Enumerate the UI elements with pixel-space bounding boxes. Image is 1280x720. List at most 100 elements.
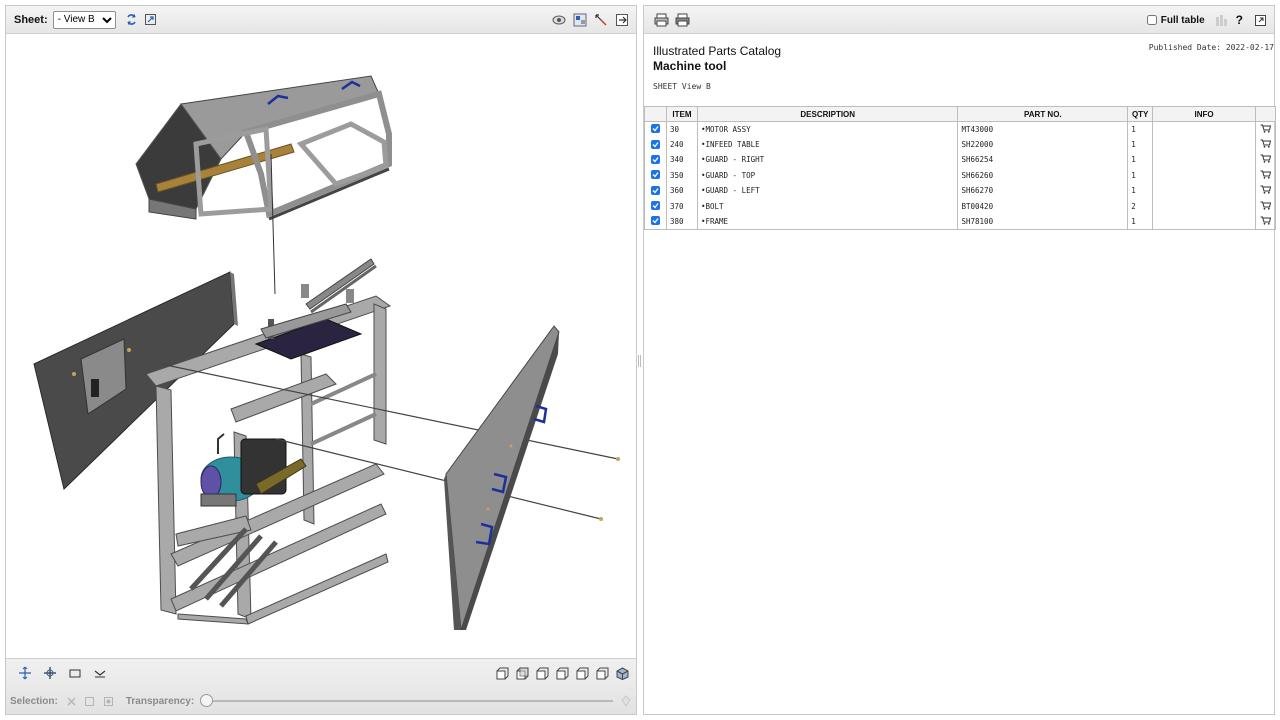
add-to-cart-icon[interactable] [1260, 154, 1272, 165]
qty-cell: 1 [1127, 152, 1154, 168]
select-clear-icon[interactable] [64, 693, 79, 709]
cart-cell [1254, 136, 1277, 153]
info-cell [1152, 213, 1256, 230]
document-header: Illustrated Parts Catalog Machine tool S… [653, 44, 781, 91]
cart-cell [1254, 183, 1277, 199]
info-cell [1152, 167, 1256, 184]
item-cell: 360 [665, 183, 698, 199]
row-checkbox[interactable] [650, 154, 660, 164]
zoom-box-icon[interactable] [67, 665, 83, 681]
add-to-cart-icon[interactable] [1260, 185, 1272, 196]
export-icon[interactable] [614, 12, 630, 28]
row-checkbox[interactable] [650, 201, 660, 211]
description-cell: •GUARD - LEFT [696, 183, 959, 199]
visibility-icon[interactable] [551, 12, 567, 28]
select-isolate-icon[interactable] [100, 693, 115, 709]
pane-splitter[interactable] [638, 355, 641, 367]
pan-icon[interactable] [17, 665, 33, 681]
transparency-slider[interactable] [200, 694, 613, 707]
view-iso-icon[interactable] [614, 665, 630, 681]
full-table-checkbox[interactable] [1146, 15, 1157, 25]
description-cell: •MOTOR ASSY [696, 121, 959, 137]
add-to-cart-icon[interactable] [1260, 124, 1272, 135]
add-to-cart-icon[interactable] [1260, 170, 1272, 181]
view-orientation-tools [491, 665, 630, 681]
view-bottom-icon[interactable] [594, 665, 610, 681]
parts-table: ITEM DESCRIPTION PART NO. QTY INFO 30 •MO… [644, 106, 1277, 230]
qty-cell: 1 [1127, 136, 1154, 153]
columns-icon[interactable] [1214, 12, 1230, 28]
3d-viewport[interactable] [6, 34, 636, 660]
table-row[interactable]: 380 •FRAME SH78100 1 [644, 213, 1277, 230]
explode-line [270, 153, 276, 295]
row-checkbox[interactable] [650, 124, 660, 134]
table-row[interactable]: 360 •GUARD - LEFT SH66270 1 [644, 183, 1277, 199]
add-to-cart-icon[interactable] [1260, 216, 1272, 227]
table-row[interactable]: 30 •MOTOR ASSY MT43000 1 [644, 121, 1277, 137]
print-all-icon[interactable] [674, 12, 690, 28]
view-right-icon[interactable] [554, 665, 570, 681]
right-guard-part[interactable] [444, 325, 560, 631]
row-checkbox[interactable] [650, 185, 660, 195]
row-checkbox[interactable] [650, 170, 660, 180]
table-row[interactable]: 350 •GUARD - TOP SH66260 1 [644, 167, 1277, 184]
view-front-icon[interactable] [494, 665, 510, 681]
part-no-cell: SH78100 [957, 213, 1129, 230]
print-icon[interactable] [653, 12, 669, 28]
part-no-cell: MT43000 [957, 121, 1129, 137]
parts-table-header: ITEM DESCRIPTION PART NO. QTY INFO [644, 106, 1277, 122]
parts-list-pane: Full table ? Illustrated Parts Catalog M… [643, 5, 1277, 715]
cart-cell [1254, 167, 1277, 184]
highlight-icon[interactable] [572, 12, 588, 28]
part-no-cell: SH66270 [957, 183, 1129, 199]
add-to-cart-icon[interactable] [1260, 201, 1272, 212]
explode-icon[interactable] [593, 12, 609, 28]
select-hide-icon[interactable] [82, 693, 97, 709]
fit-view-icon[interactable] [143, 12, 159, 28]
header-qty[interactable]: QTY [1127, 106, 1154, 122]
zoom-icon[interactable] [92, 665, 108, 681]
header-info[interactable]: INFO [1152, 106, 1256, 122]
transparency-label: Transparency: [125, 695, 195, 707]
transparency-slider-handle[interactable] [200, 694, 214, 707]
motor-assembly-part[interactable] [200, 433, 307, 507]
parts-list-toolbar: Full table ? [644, 6, 1274, 34]
view-top-icon[interactable] [574, 665, 590, 681]
info-cell [1152, 152, 1256, 168]
row-checkbox[interactable] [650, 139, 660, 149]
viewer-pane: Sheet: - View B Selection: Transparency: [5, 5, 637, 715]
help-button[interactable]: ? [1236, 13, 1243, 27]
row-select-cell [644, 152, 667, 168]
refresh-icon[interactable] [124, 12, 140, 28]
part-no-cell: SH66260 [957, 167, 1129, 184]
header-part-no[interactable]: PART NO. [957, 106, 1129, 122]
full-table-label: Full table [1160, 14, 1205, 26]
left-guard-part[interactable] [33, 271, 238, 490]
selection-label: Selection: [10, 695, 58, 707]
description-cell: •GUARD - TOP [696, 167, 959, 184]
cart-cell [1254, 213, 1277, 230]
view-back-icon[interactable] [514, 665, 530, 681]
transparency-reset-icon[interactable] [619, 693, 634, 709]
info-cell [1152, 183, 1256, 199]
add-to-cart-icon[interactable] [1260, 139, 1272, 150]
maximize-icon[interactable] [1252, 12, 1268, 28]
info-cell [1152, 136, 1256, 153]
row-checkbox[interactable] [650, 216, 660, 226]
sheet-select[interactable]: - View B [52, 10, 116, 29]
top-guard-part[interactable] [135, 75, 392, 221]
header-description[interactable]: DESCRIPTION [696, 106, 959, 122]
full-table-toggle[interactable]: Full table [1146, 14, 1205, 26]
document-title: Illustrated Parts Catalog [653, 44, 782, 58]
description-cell: •GUARD - RIGHT [696, 152, 959, 168]
rotate-icon[interactable] [42, 665, 58, 681]
header-cart [1254, 106, 1277, 122]
checkmark-icon [652, 203, 659, 209]
item-cell: 240 [665, 136, 698, 153]
view-left-icon[interactable] [534, 665, 550, 681]
table-row[interactable]: 370 •BOLT BT00420 2 [644, 198, 1277, 214]
header-item[interactable]: ITEM [665, 106, 698, 122]
table-row[interactable]: 340 •GUARD - RIGHT SH66254 1 [644, 152, 1277, 168]
table-row[interactable]: 240 •INFEED TABLE SH22000 1 [644, 136, 1277, 153]
parts-table-body: 30 •MOTOR ASSY MT43000 1 240 •INFEED TABLE SH2… [644, 121, 1277, 230]
